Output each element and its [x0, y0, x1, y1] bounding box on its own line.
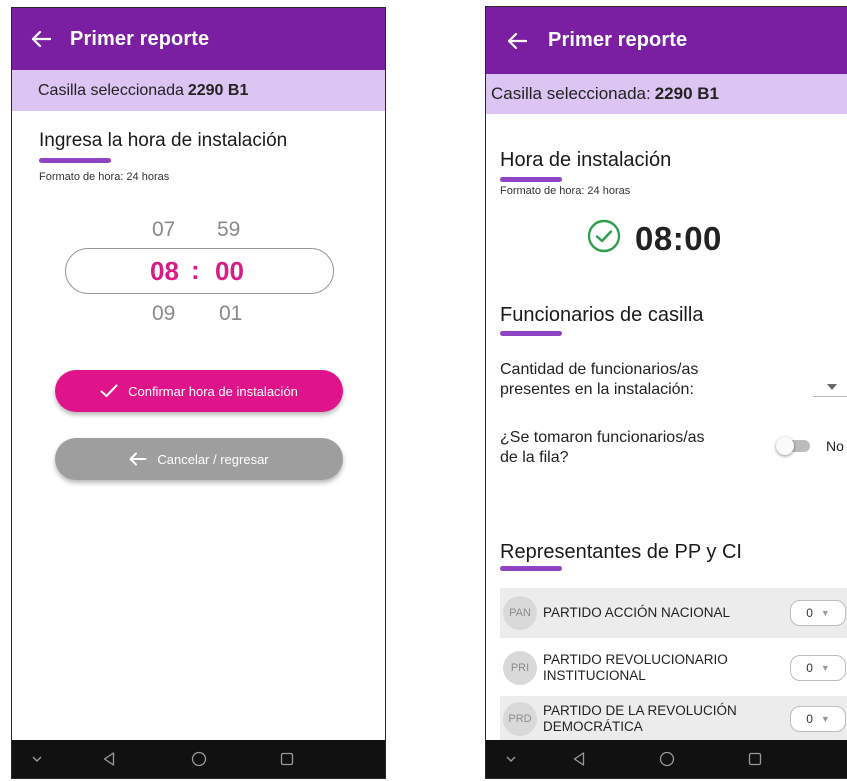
app-title: Primer reporte	[548, 29, 688, 51]
picker-hour-next[interactable]: 09	[152, 302, 175, 326]
confirm-button-label: Confirmar hora de instalación	[128, 383, 298, 399]
format-note: Formato de hora: 24 horas	[39, 171, 170, 183]
officials-count-label-line1: Cantidad de funcionarios/as	[500, 361, 699, 378]
cancel-return-button[interactable]: Cancelar / regresar	[55, 438, 343, 480]
picker-minute-next[interactable]: 01	[219, 302, 242, 326]
party-name: PARTIDO DE LA REVOLUCIÓN DEMOCRÁTICA	[543, 703, 737, 734]
install-time-display: 08:00	[587, 219, 722, 258]
dropdown-arrow-icon: ▼	[820, 608, 830, 618]
party-row-pan: PAN PARTIDO ACCIÓN NACIONAL 0 ▼	[500, 588, 847, 638]
title-underline	[500, 566, 562, 571]
queue-officials-label: ¿Se tomaron funcionarios/as de la fila?	[500, 428, 705, 468]
app-bar: Primer reporte	[12, 8, 385, 70]
toggle-value-label: No	[826, 438, 844, 454]
cancel-button-label: Cancelar / regresar	[157, 451, 269, 467]
system-nav-bar	[12, 740, 385, 778]
queue-officials-label-line2: de la fila?	[500, 449, 569, 466]
selected-casilla-bar: Casilla seleccionada: 2290 B1	[486, 74, 847, 114]
party-count-select[interactable]: 0 ▼	[790, 706, 846, 732]
party-count-value: 0	[806, 661, 813, 675]
install-time-title: Hora de instalación	[500, 149, 672, 171]
nav-back-icon[interactable]	[564, 740, 594, 778]
party-badge: PRI	[503, 651, 537, 685]
officials-title: Funcionarios de casilla	[500, 304, 704, 326]
party-row-prd: PRD PARTIDO DE LA REVOLUCIÓN DEMOCRÁTICA…	[500, 696, 847, 742]
title-underline	[39, 158, 111, 163]
nav-recents-icon[interactable]	[740, 740, 770, 778]
queue-officials-label-line1: ¿Se tomaron funcionarios/as	[500, 429, 705, 446]
representatives-title: Representantes de PP y CI	[500, 541, 742, 563]
nav-home-icon[interactable]	[652, 740, 682, 778]
picker-minute-prev[interactable]: 59	[217, 218, 240, 242]
party-count-select[interactable]: 0 ▼	[790, 655, 846, 681]
check-circle-icon	[587, 219, 621, 258]
picker-hour[interactable]: 08	[150, 256, 179, 287]
left-phone-screen: Primer reporte Casilla seleccionada 2290…	[11, 7, 386, 779]
check-icon	[100, 384, 118, 398]
party-count-value: 0	[806, 606, 813, 620]
confirm-install-time-button[interactable]: Confirmar hora de instalación	[55, 370, 343, 412]
casilla-label: Casilla seleccionada	[38, 81, 184, 99]
install-time-value: 08:00	[635, 219, 722, 257]
dropdown-arrow-icon: ▼	[820, 663, 830, 673]
queue-officials-toggle[interactable]	[776, 437, 812, 455]
nav-back-icon[interactable]	[94, 740, 124, 778]
picker-minute[interactable]: 00	[215, 256, 244, 287]
nav-down-icon[interactable]	[496, 740, 526, 778]
back-arrow-icon[interactable]	[12, 8, 70, 70]
party-name: PARTIDO ACCIÓN NACIONAL	[543, 605, 731, 620]
format-note: Formato de hora: 24 horas	[500, 185, 631, 197]
back-arrow-icon[interactable]	[486, 7, 548, 74]
casilla-value: 2290 B1	[187, 81, 249, 99]
dropdown-underline	[813, 396, 847, 397]
selected-casilla-bar: Casilla seleccionada 2290 B1	[12, 70, 385, 111]
casilla-value: 2290 B1	[654, 84, 719, 103]
picker-hour-prev[interactable]: 07	[152, 218, 175, 242]
dropdown-arrow-icon: ▼	[820, 714, 830, 724]
app-title: Primer reporte	[70, 27, 210, 50]
right-phone-screen: Primer reporte Casilla seleccionada: 229…	[485, 6, 847, 779]
app-bar: Primer reporte	[486, 7, 847, 74]
party-badge: PRD	[503, 702, 537, 736]
nav-down-icon[interactable]	[22, 740, 52, 778]
party-badge: PAN	[503, 596, 537, 630]
party-name: PARTIDO REVOLUCIONARIO INSTITUCIONAL	[543, 652, 728, 683]
back-arrow-icon	[129, 452, 147, 466]
toggle-thumb	[776, 437, 794, 455]
party-count-select[interactable]: 0 ▼	[790, 600, 846, 626]
party-row-pri: PRI PARTIDO REVOLUCIONARIO INSTITUCIONAL…	[500, 642, 847, 694]
title-underline	[500, 331, 562, 336]
party-count-value: 0	[806, 712, 813, 726]
dropdown-arrow-icon[interactable]	[827, 377, 837, 395]
nav-home-icon[interactable]	[184, 740, 214, 778]
officials-count-label-line2: presentes en la instalación:	[500, 381, 694, 398]
title-underline	[500, 177, 562, 182]
system-nav-bar	[486, 740, 847, 778]
nav-recents-icon[interactable]	[272, 740, 302, 778]
install-time-title: Ingresa la hora de instalación	[39, 130, 288, 151]
officials-count-label: Cantidad de funcionarios/as presentes en…	[500, 360, 698, 400]
picker-separator: :	[191, 255, 200, 285]
casilla-label: Casilla seleccionada:	[491, 84, 651, 103]
